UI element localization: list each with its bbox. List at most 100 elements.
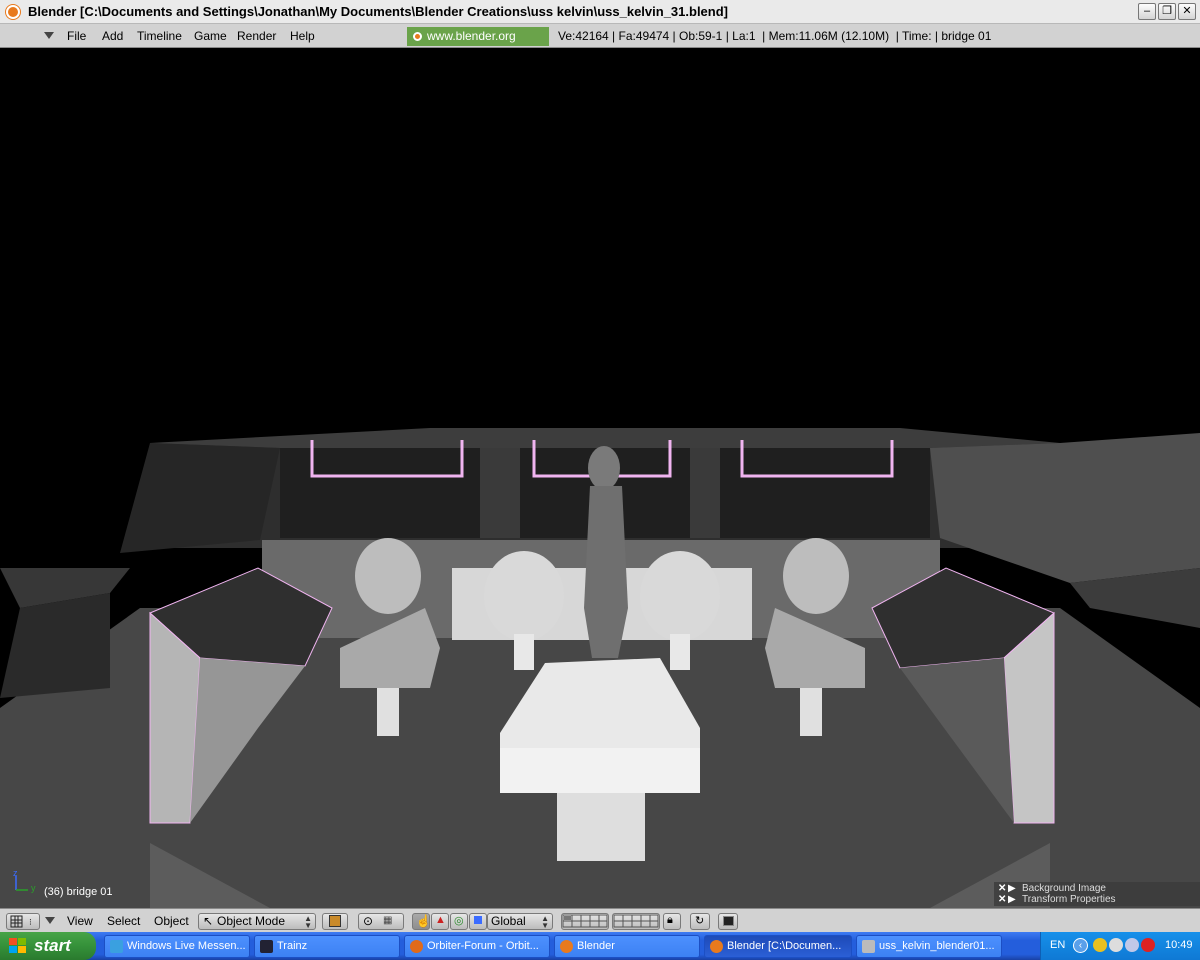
- menu-help[interactable]: Help: [290, 29, 315, 43]
- firefox-icon: [410, 940, 423, 953]
- axis-z-label: z: [13, 870, 18, 878]
- translate-icon: ▲: [435, 914, 446, 926]
- layer-grid-icon: [613, 914, 659, 928]
- 3d-viewport[interactable]: z y (36) bridge 01 ✕ ▶ Background Image ✕ ▶…: [0, 48, 1200, 908]
- expand-icon[interactable]: ▶: [1008, 883, 1022, 894]
- right-wall: [930, 433, 1200, 583]
- active-object-label: (36) bridge 01: [44, 886, 113, 898]
- snap-icon: ↻: [695, 915, 705, 927]
- shield-icon[interactable]: [1093, 938, 1107, 952]
- pivot-button[interactable]: ⊙ ▦: [358, 913, 404, 930]
- layer-buttons-b[interactable]: [612, 913, 660, 930]
- render-icon: [723, 916, 734, 926]
- window-pillar: [690, 448, 720, 538]
- editor-type-button[interactable]: ⁝: [6, 913, 40, 930]
- minimize-button[interactable]: –: [1138, 3, 1156, 20]
- draw-type-button[interactable]: [322, 913, 348, 930]
- updown-icon: ▲ ▼: [304, 914, 312, 930]
- blender-logo-icon: [710, 940, 723, 953]
- orientation-label: Global: [491, 914, 526, 928]
- floating-panels: ✕ ▶ Background Image ✕ ▶ Transform Propertie…: [994, 882, 1200, 906]
- task-label: uss_kelvin_blender01...: [879, 940, 995, 952]
- task-label: Windows Live Messen...: [127, 940, 246, 952]
- blender-logo-icon: [413, 32, 422, 41]
- system-tray: EN ‹ 10:49: [1040, 932, 1200, 960]
- ceiling-rim: [150, 428, 1060, 448]
- expand-icon[interactable]: ▶: [1008, 894, 1022, 905]
- scale-icon: [474, 916, 482, 924]
- snap-button[interactable]: ↻: [690, 913, 710, 930]
- lock-layers-button[interactable]: 🔒︎: [663, 913, 681, 930]
- window-panel: [280, 448, 480, 538]
- scene-stats: Ve:42164 | Fa:49474 | Ob:59-1 | La:1 | M…: [558, 29, 992, 43]
- header-collapse-icon[interactable]: [44, 32, 54, 39]
- menu-select[interactable]: Select: [107, 914, 140, 931]
- updown-icon: ▲ ▼: [541, 914, 549, 930]
- grid-icon: ⁝: [10, 915, 32, 928]
- close-icon[interactable]: ✕: [998, 883, 1008, 894]
- translate-button[interactable]: ▲: [431, 913, 449, 930]
- panel-label: Background Image: [1022, 883, 1106, 894]
- taskbar-item-blender[interactable]: Blender: [554, 935, 700, 958]
- task-label: Trainz: [277, 940, 308, 952]
- menu-add[interactable]: Add: [102, 29, 123, 43]
- mode-select[interactable]: ↖ Object Mode ▲ ▼: [198, 913, 316, 930]
- menu-object[interactable]: Object: [154, 914, 189, 931]
- taskbar-item-blender-active[interactable]: Blender [C:\Documen...: [704, 935, 852, 958]
- rotate-button[interactable]: ◎: [450, 913, 468, 930]
- layers-dots-icon: ▦: [383, 915, 393, 926]
- panel-row[interactable]: ✕ ▶ Transform Properties: [998, 894, 1116, 905]
- window-panel: [720, 448, 930, 538]
- start-label: start: [34, 936, 71, 955]
- layer-buttons-a[interactable]: [561, 913, 609, 930]
- language-indicator[interactable]: EN: [1050, 939, 1065, 951]
- window-titlebar[interactable]: Blender [C:\Documents and Settings\Jonat…: [0, 0, 1200, 24]
- taskbar-item-trainz[interactable]: Trainz: [254, 935, 400, 958]
- manipulator-toggle[interactable]: ☝: [412, 913, 431, 930]
- trainz-icon: [260, 940, 273, 953]
- orientation-select[interactable]: Global ▲ ▼: [487, 913, 553, 930]
- panel-row[interactable]: ✕ ▶ Background Image: [998, 883, 1106, 894]
- task-label: Orbiter-Forum - Orbit...: [427, 940, 539, 952]
- close-icon[interactable]: ✕: [998, 894, 1008, 905]
- start-button[interactable]: start: [0, 932, 96, 960]
- pivot-icon: ⊙: [363, 914, 374, 928]
- messenger-icon: [110, 940, 123, 953]
- svg-text:⁝: ⁝: [29, 917, 32, 927]
- menu-file[interactable]: File: [67, 29, 86, 43]
- task-label: Blender [C:\Documen...: [727, 940, 842, 952]
- render-view-button[interactable]: [718, 913, 738, 930]
- menu-view[interactable]: View: [67, 914, 93, 931]
- restore-button[interactable]: ❐: [1158, 3, 1176, 20]
- object-mode-icon: ↖: [203, 914, 214, 928]
- taskbar-item-uss-kelvin[interactable]: uss_kelvin_blender01...: [856, 935, 1002, 958]
- task-label: Blender: [577, 940, 615, 952]
- windows-taskbar: start Windows Live Messen... Trainz Orbi…: [0, 932, 1200, 960]
- hand-icon: ☝: [416, 914, 431, 928]
- window-title: Blender [C:\Documents and Settings\Jonat…: [28, 4, 729, 19]
- 3d-view-header: ⁝ View Select Object ↖ Object Mode ▲ ▼ ⊙ …: [0, 908, 1200, 932]
- tray-expand-icon[interactable]: ‹: [1073, 938, 1088, 953]
- taskbar-item-firefox[interactable]: Orbiter-Forum - Orbit...: [404, 935, 550, 958]
- layer-grid-icon: [562, 914, 608, 928]
- blender-logo-icon: [6, 5, 20, 19]
- close-button[interactable]: ✕: [1178, 3, 1196, 20]
- volume-icon[interactable]: [1125, 938, 1139, 952]
- scale-button[interactable]: [469, 913, 487, 930]
- scene-render: [0, 428, 1200, 908]
- website-link[interactable]: www.blender.org 249.2: [407, 27, 549, 62]
- menu-render[interactable]: Render: [237, 29, 276, 43]
- panel-label: Transform Properties: [1022, 894, 1116, 905]
- menu-game[interactable]: Game: [194, 29, 227, 43]
- axis-y-label: y: [31, 883, 36, 893]
- left-wall-edge: [0, 593, 110, 698]
- taskbar-item-messenger[interactable]: Windows Live Messen...: [104, 935, 250, 958]
- mode-label: Object Mode: [217, 914, 286, 928]
- security-alert-icon[interactable]: [1141, 938, 1155, 952]
- lock-icon: 🔒︎: [667, 914, 673, 926]
- network-icon[interactable]: [1109, 938, 1123, 952]
- window-pillar: [480, 448, 520, 538]
- blender-logo-icon: [560, 940, 573, 953]
- header-collapse-icon[interactable]: [45, 917, 55, 924]
- menu-timeline[interactable]: Timeline: [137, 29, 182, 43]
